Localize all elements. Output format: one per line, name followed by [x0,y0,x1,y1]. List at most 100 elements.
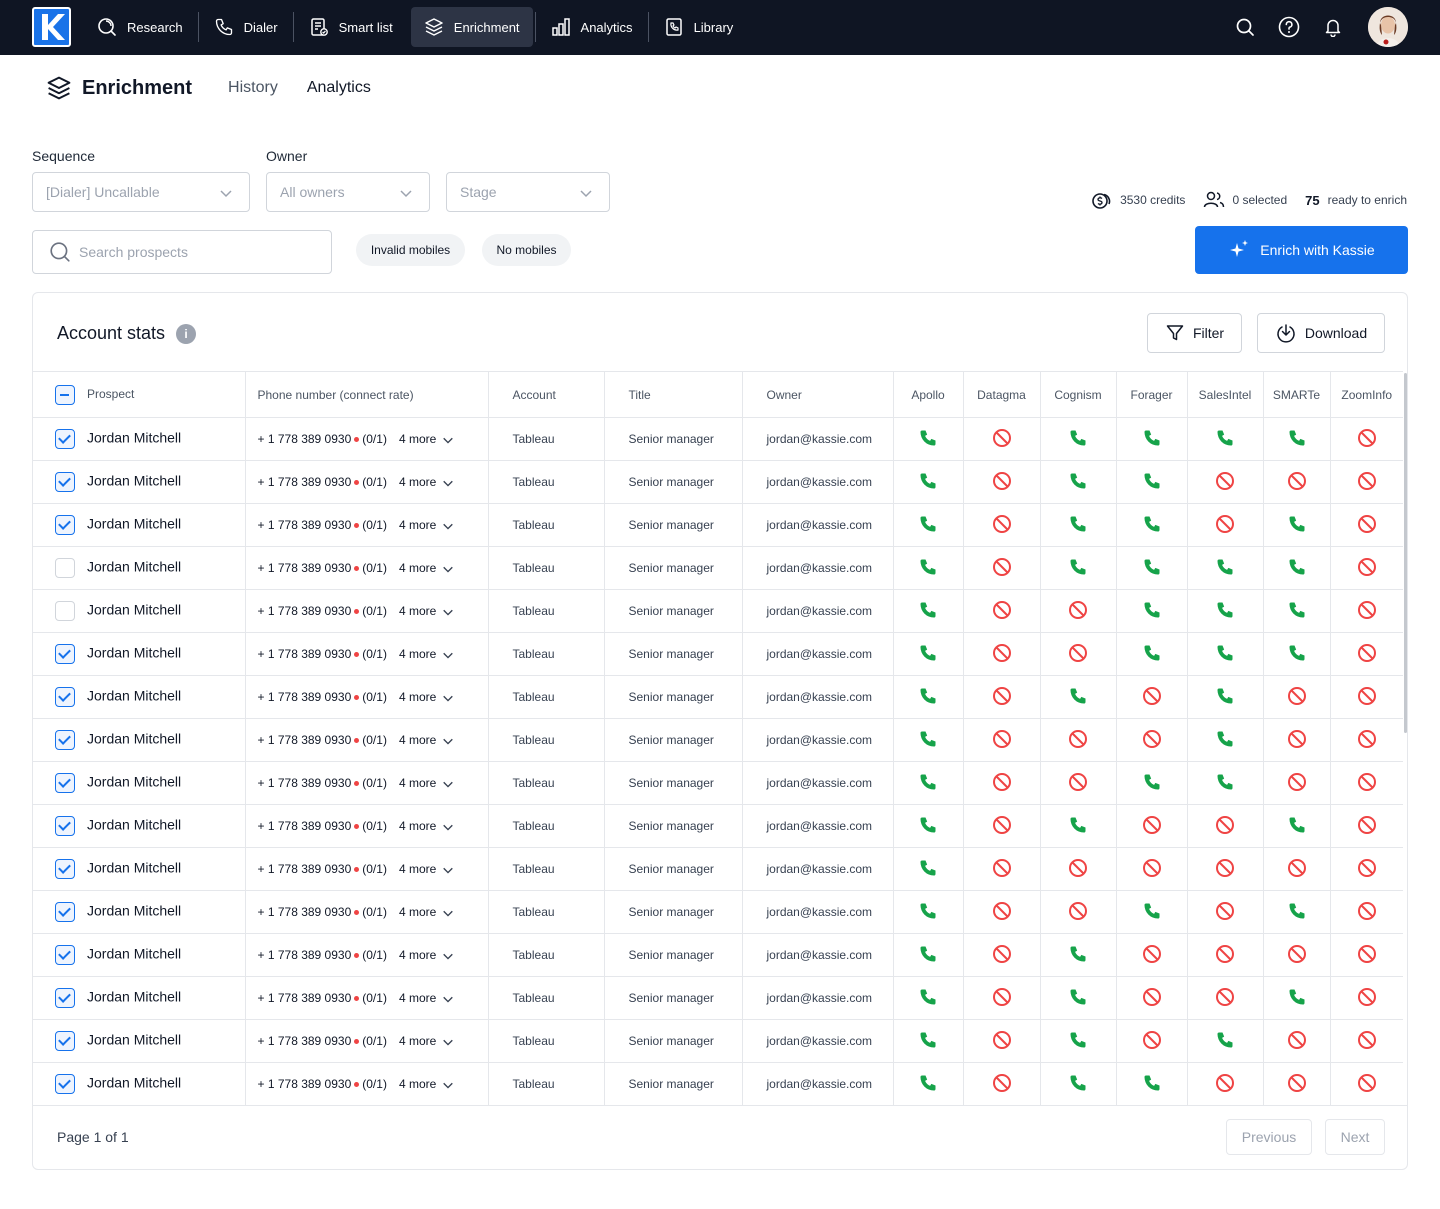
more-numbers-toggle[interactable]: 4 more [399,690,454,704]
table-row[interactable]: Jordan Mitchell + 1 778 389 0930 (0/1) 4 mo… [33,718,1403,762]
kassie-logo[interactable] [32,7,71,47]
row-checkbox[interactable] [55,687,75,707]
prospect-cell[interactable]: Jordan Mitchell [33,589,246,633]
nav-research[interactable]: Research [84,7,196,47]
table-row[interactable]: Jordan Mitchell + 1 778 389 0930 (0/1) 4 mo… [33,933,1403,977]
nav-smart-list[interactable]: Smart list [296,7,406,47]
row-checkbox[interactable] [55,429,75,449]
column-header-salesintel[interactable]: SalesIntel [1187,371,1264,418]
column-header-title[interactable]: Title [604,371,743,418]
chip-invalid-mobiles[interactable]: Invalid mobiles [356,234,465,266]
table-row[interactable]: Jordan Mitchell + 1 778 389 0930 (0/1) 4 mo… [33,804,1403,848]
row-checkbox[interactable] [55,816,75,836]
search-input[interactable] [79,244,299,260]
table-row[interactable]: Jordan Mitchell + 1 778 389 0930 (0/1) 4 mo… [33,761,1403,805]
prospect-cell[interactable]: Jordan Mitchell [33,503,246,547]
more-numbers-toggle[interactable]: 4 more [399,604,454,618]
more-numbers-toggle[interactable]: 4 more [399,862,454,876]
previous-button[interactable]: Previous [1226,1119,1312,1155]
chip-no-mobiles[interactable]: No mobiles [482,234,571,266]
vertical-scrollbar[interactable] [1404,373,1407,733]
nav-dialer[interactable]: Dialer [201,7,291,47]
column-header-phone[interactable]: Phone number (connect rate) [245,371,489,418]
phone-cell[interactable]: + 1 778 389 0930 (0/1) 4 more [245,1019,489,1063]
sequence-select[interactable]: [Dialer] Uncallable [32,172,250,212]
column-header-datagma[interactable]: Datagma [963,371,1041,418]
phone-cell[interactable]: + 1 778 389 0930 (0/1) 4 more [245,417,489,461]
column-header-apollo[interactable]: Apollo [893,371,964,418]
table-row[interactable]: Jordan Mitchell + 1 778 389 0930 (0/1) 4 mo… [33,1019,1403,1063]
phone-cell[interactable]: + 1 778 389 0930 (0/1) 4 more [245,933,489,977]
row-checkbox[interactable] [55,472,75,492]
table-row[interactable]: Jordan Mitchell + 1 778 389 0930 (0/1) 4 mo… [33,976,1403,1020]
tab-analytics[interactable]: Analytics [307,79,371,97]
prospect-cell[interactable]: Jordan Mitchell [33,890,246,934]
more-numbers-toggle[interactable]: 4 more [399,1077,454,1091]
row-checkbox[interactable] [55,601,75,621]
more-numbers-toggle[interactable]: 4 more [399,1034,454,1048]
table-row[interactable]: Jordan Mitchell + 1 778 389 0930 (0/1) 4 mo… [33,675,1403,719]
phone-cell[interactable]: + 1 778 389 0930 (0/1) 4 more [245,546,489,590]
more-numbers-toggle[interactable]: 4 more [399,948,454,962]
row-checkbox[interactable] [55,515,75,535]
table-container[interactable]: Prospect Phone number (connect rate) Acc… [33,371,1403,1106]
phone-cell[interactable]: + 1 778 389 0930 (0/1) 4 more [245,890,489,934]
table-row[interactable]: Jordan Mitchell + 1 778 389 0930 (0/1) 4 mo… [33,1062,1403,1106]
column-header-account[interactable]: Account [488,371,605,418]
prospect-cell[interactable]: Jordan Mitchell [33,976,246,1020]
phone-cell[interactable]: + 1 778 389 0930 (0/1) 4 more [245,675,489,719]
more-numbers-toggle[interactable]: 4 more [399,518,454,532]
nav-enrichment[interactable]: Enrichment [410,7,533,47]
table-row[interactable]: Jordan Mitchell + 1 778 389 0930 (0/1) 4 mo… [33,632,1403,676]
more-numbers-toggle[interactable]: 4 more [399,991,454,1005]
phone-cell[interactable]: + 1 778 389 0930 (0/1) 4 more [245,761,489,805]
phone-cell[interactable]: + 1 778 389 0930 (0/1) 4 more [245,976,489,1020]
prospect-cell[interactable]: Jordan Mitchell [33,847,246,891]
phone-cell[interactable]: + 1 778 389 0930 (0/1) 4 more [245,1062,489,1106]
more-numbers-toggle[interactable]: 4 more [399,733,454,747]
search-icon[interactable] [1234,16,1256,38]
column-header-prospect[interactable]: Prospect [33,371,246,418]
prospect-cell[interactable]: Jordan Mitchell [33,1062,246,1106]
bell-icon[interactable] [1322,16,1344,38]
table-row[interactable]: Jordan Mitchell + 1 778 389 0930 (0/1) 4 mo… [33,890,1403,934]
phone-cell[interactable]: + 1 778 389 0930 (0/1) 4 more [245,589,489,633]
help-icon[interactable] [1278,16,1300,38]
enrich-with-kassie-button[interactable]: Enrich with Kassie [1195,226,1408,274]
search-box[interactable] [32,230,332,274]
prospect-cell[interactable]: Jordan Mitchell [33,546,246,590]
prospect-cell[interactable]: Jordan Mitchell [33,460,246,504]
download-button[interactable]: Download [1257,313,1385,353]
column-header-zoominfo[interactable]: ZoomInfo [1330,371,1403,418]
prospect-cell[interactable]: Jordan Mitchell [33,1019,246,1063]
prospect-cell[interactable]: Jordan Mitchell [33,933,246,977]
stage-select[interactable]: Stage [446,172,610,212]
row-checkbox[interactable] [55,1074,75,1094]
nav-library[interactable]: Library [651,7,747,47]
phone-cell[interactable]: + 1 778 389 0930 (0/1) 4 more [245,847,489,891]
column-header-forager[interactable]: Forager [1116,371,1188,418]
row-checkbox[interactable] [55,859,75,879]
prospect-cell[interactable]: Jordan Mitchell [33,761,246,805]
info-icon[interactable]: i [176,323,197,344]
prospect-cell[interactable]: Jordan Mitchell [33,718,246,762]
phone-cell[interactable]: + 1 778 389 0930 (0/1) 4 more [245,632,489,676]
table-row[interactable]: Jordan Mitchell + 1 778 389 0930 (0/1) 4 mo… [33,460,1403,504]
more-numbers-toggle[interactable]: 4 more [399,475,454,489]
row-checkbox[interactable] [55,644,75,664]
table-row[interactable]: Jordan Mitchell + 1 778 389 0930 (0/1) 4 mo… [33,503,1403,547]
row-checkbox[interactable] [55,773,75,793]
more-numbers-toggle[interactable]: 4 more [399,776,454,790]
more-numbers-toggle[interactable]: 4 more [399,432,454,446]
column-header-owner[interactable]: Owner [742,371,894,418]
prospect-cell[interactable]: Jordan Mitchell [33,804,246,848]
prospect-cell[interactable]: Jordan Mitchell [33,632,246,676]
table-row[interactable]: Jordan Mitchell + 1 778 389 0930 (0/1) 4 mo… [33,417,1403,461]
column-header-cognism[interactable]: Cognism [1040,371,1117,418]
more-numbers-toggle[interactable]: 4 more [399,905,454,919]
more-numbers-toggle[interactable]: 4 more [399,561,454,575]
prospect-cell[interactable]: Jordan Mitchell [33,675,246,719]
nav-analytics[interactable]: Analytics [538,7,646,47]
table-row[interactable]: Jordan Mitchell + 1 778 389 0930 (0/1) 4 mo… [33,589,1403,633]
phone-cell[interactable]: + 1 778 389 0930 (0/1) 4 more [245,503,489,547]
